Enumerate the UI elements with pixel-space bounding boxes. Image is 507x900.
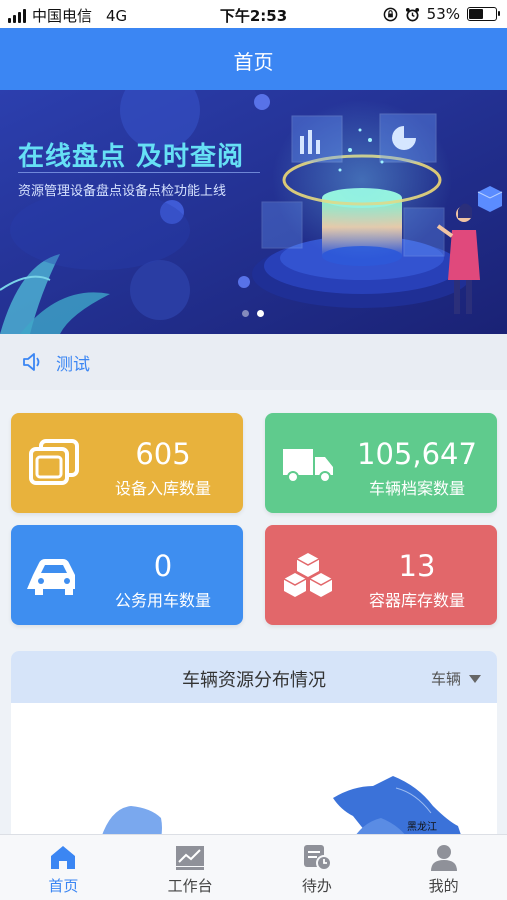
user-icon <box>430 845 457 871</box>
battery-icon <box>467 7 500 21</box>
category-filter-dropdown[interactable]: 车辆 <box>431 668 481 689</box>
tab-workbench[interactable]: 工作台 <box>127 835 254 900</box>
todo-icon <box>303 845 332 871</box>
alarm-icon <box>405 7 419 21</box>
carousel-dot[interactable] <box>242 310 249 317</box>
status-bar-right: 53% <box>383 5 500 23</box>
stat-value: 0 <box>153 549 173 583</box>
panel-header: 车辆资源分布情况 车辆 <box>11 651 497 703</box>
panel-title: 车辆资源分布情况 <box>182 670 326 691</box>
home-icon <box>51 846 76 869</box>
stat-label: 公务用车数量 <box>114 591 211 610</box>
map-label-heilongjiang: 黑龙江 <box>407 822 437 833</box>
carousel-indicator[interactable] <box>242 310 264 317</box>
speaker-icon <box>23 353 40 371</box>
notice-text: 测试 <box>56 354 90 375</box>
battery-fill <box>469 9 483 19</box>
truck-icon <box>283 449 333 483</box>
banner-carousel[interactable]: 在线盘点 及时查阅 资源管理设备盘点设备点检功能上线 <box>0 90 507 334</box>
rotation-lock-icon <box>383 7 397 21</box>
stat-label: 车辆档案数量 <box>368 479 465 498</box>
stat-card-vehicle-archive[interactable]: 105,647 车辆档案数量 <box>265 413 497 513</box>
battery-percent: 53% <box>426 5 460 23</box>
tab-todo[interactable]: 待办 <box>254 835 381 900</box>
vehicle-distribution-panel: 车辆资源分布情况 车辆 黑龙江 <box>11 651 497 851</box>
notice-bar[interactable]: 测试 <box>0 334 507 390</box>
chart-icon <box>176 846 205 870</box>
tab-label: 我的 <box>428 877 459 895</box>
page-title: 首页 <box>233 50 274 74</box>
car-icon <box>27 559 75 595</box>
stat-value: 13 <box>398 549 436 583</box>
carousel-dot[interactable] <box>257 310 264 317</box>
tab-home[interactable]: 首页 <box>0 835 127 900</box>
stat-value: 605 <box>135 437 191 471</box>
stat-label: 设备入库数量 <box>114 479 211 498</box>
stack-icon <box>29 439 79 485</box>
banner-divider <box>18 172 260 173</box>
nav-bar: 首页 <box>0 28 507 90</box>
tab-label: 工作台 <box>167 877 213 895</box>
bottom-tab-bar: 首页 工作台 待办 我的 <box>0 834 507 900</box>
banner-illustration <box>0 90 507 334</box>
stat-label: 容器库存数量 <box>368 591 465 610</box>
boxes-icon <box>283 553 333 597</box>
tab-label: 首页 <box>48 877 79 895</box>
stat-card-container-stock[interactable]: 13 容器库存数量 <box>265 525 497 625</box>
filter-label: 车辆 <box>430 670 461 688</box>
status-bar: 中国电信 4G 下午2:53 53% <box>0 0 507 28</box>
tab-label: 待办 <box>301 877 332 895</box>
banner-headline: 在线盘点 及时查阅 <box>18 142 245 172</box>
caret-down-icon <box>469 674 481 683</box>
tab-mine[interactable]: 我的 <box>380 835 507 900</box>
stat-card-official-cars[interactable]: 0 公务用车数量 <box>11 525 243 625</box>
stat-card-equipment[interactable]: 605 设备入库数量 <box>11 413 243 513</box>
banner-subline: 资源管理设备盘点设备点检功能上线 <box>18 184 227 199</box>
stat-value: 105,647 <box>357 437 477 471</box>
